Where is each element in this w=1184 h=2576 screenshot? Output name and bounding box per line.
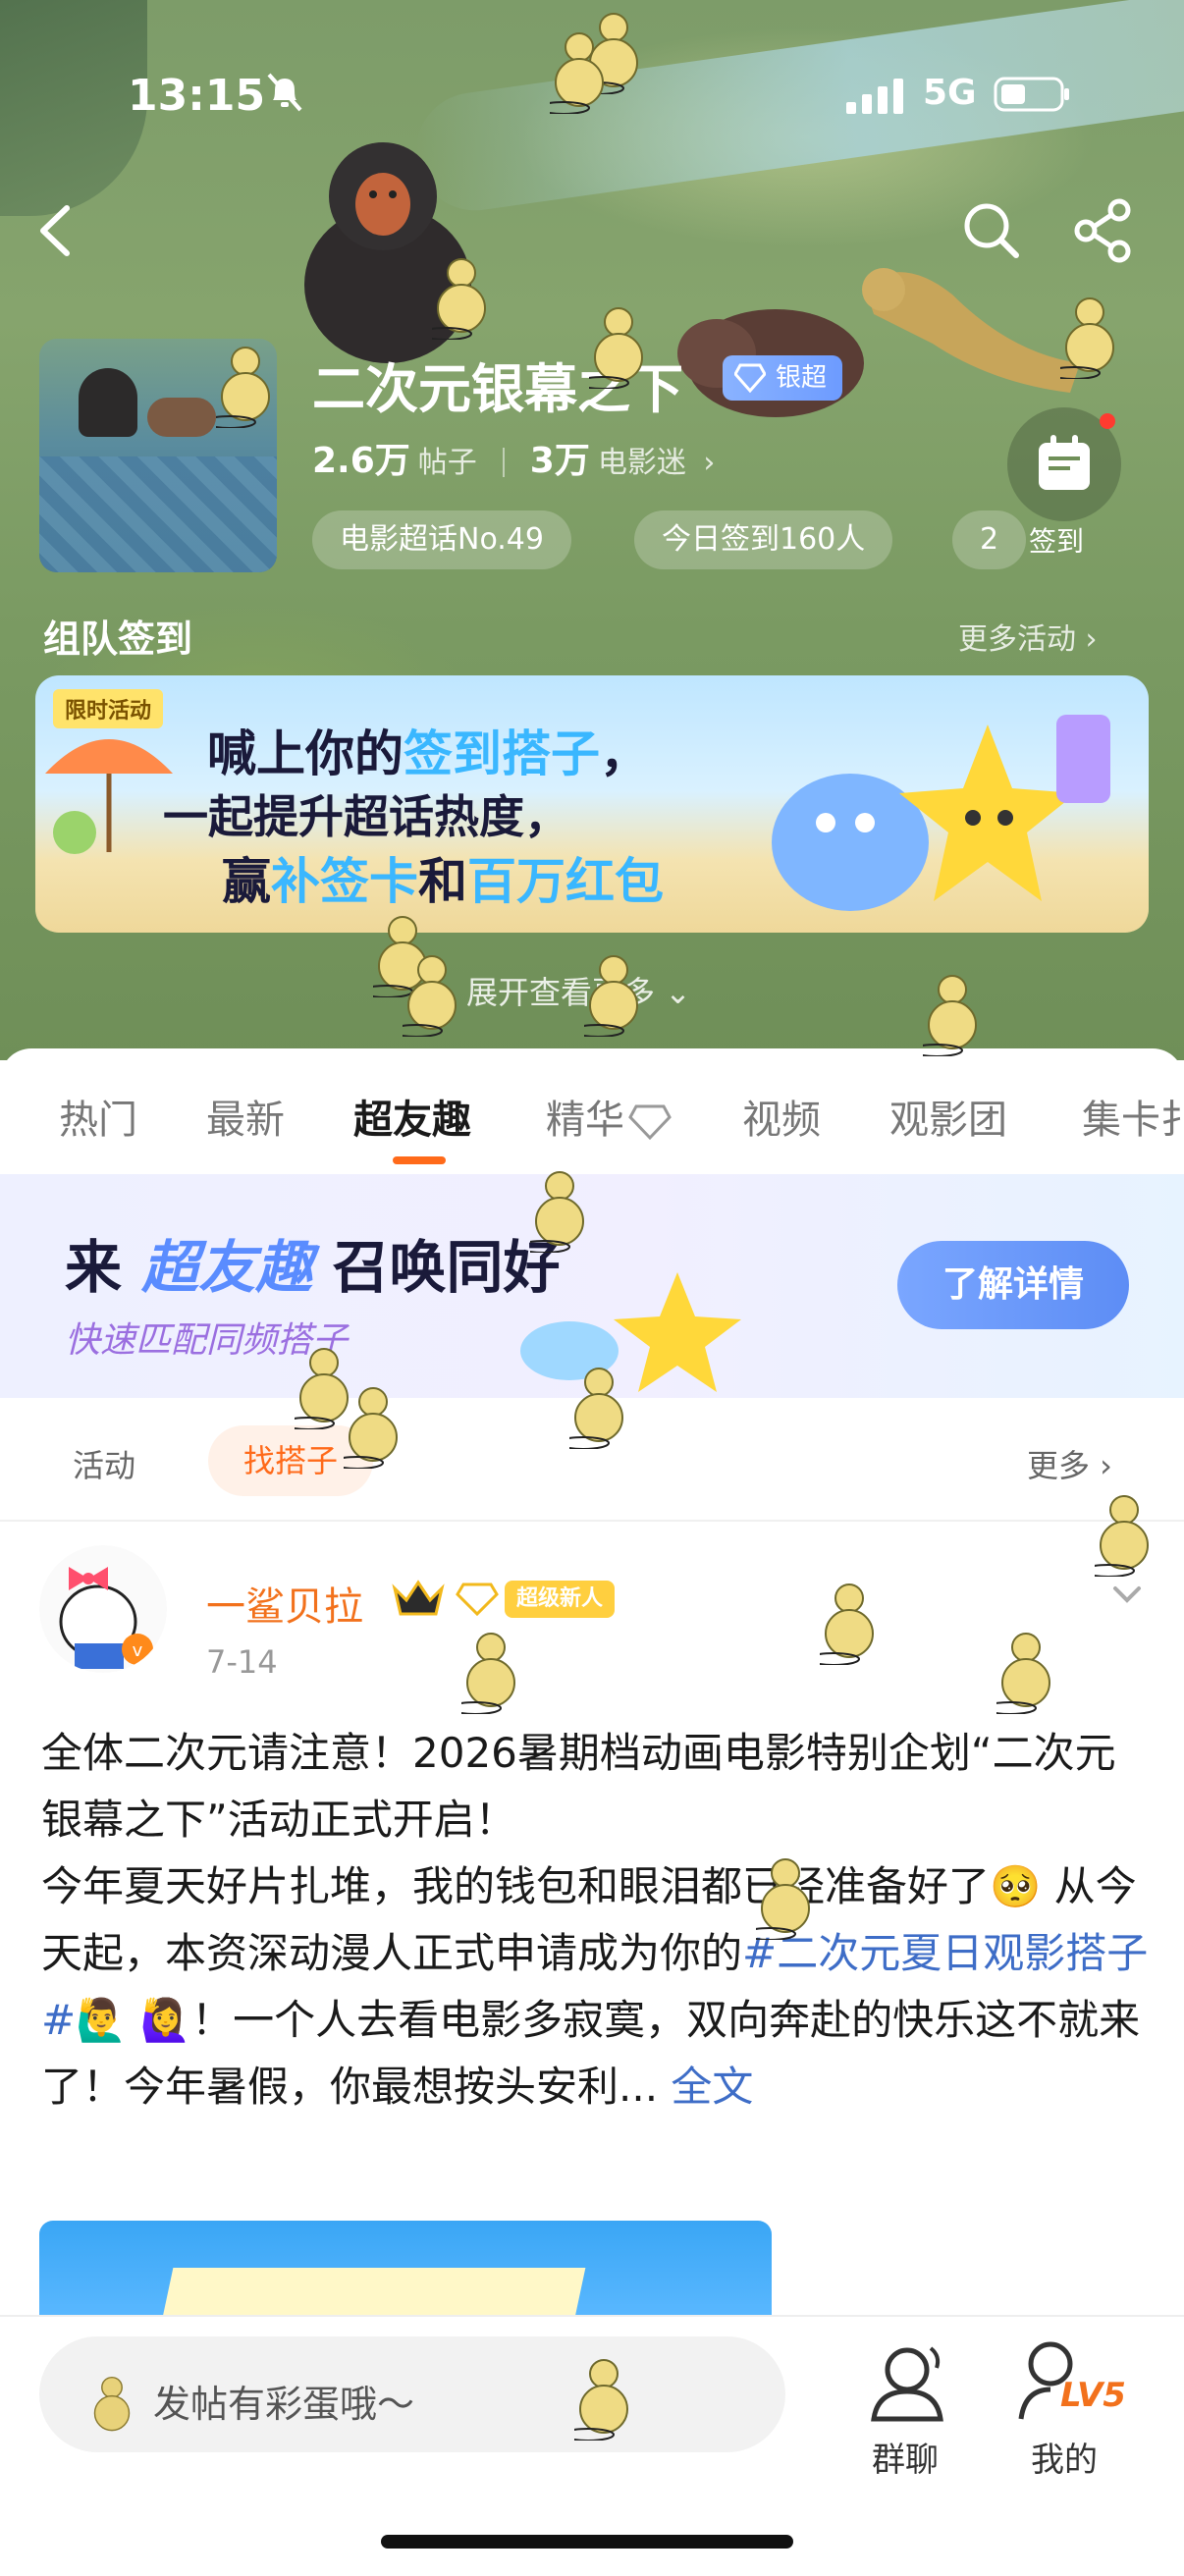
back-icon[interactable] bbox=[24, 196, 92, 265]
avatar[interactable]: v bbox=[39, 1545, 167, 1673]
gourd-sticker-icon bbox=[1060, 297, 1114, 379]
diamond-icon bbox=[628, 1104, 672, 1141]
gourd-sticker-icon bbox=[403, 955, 457, 1037]
checkin-partner-banner[interactable]: 限时活动 喊上你的签到搭子， 一起提升超话热度， 赢补签卡和百万红包 bbox=[35, 675, 1149, 933]
post-body: 全体二次元请注意！2026暑期档动画电影特别企划“二次元银幕之下”活动正式开启！… bbox=[41, 1729, 1149, 2111]
extra-pill[interactable]: 2 bbox=[952, 510, 1027, 569]
post-date: 7-14 bbox=[206, 1643, 278, 1681]
mine-label: 我的 bbox=[1031, 2441, 1098, 2480]
gourd-sticker-icon bbox=[923, 975, 977, 1056]
mascot-illustration bbox=[772, 715, 1110, 911]
filter-more-link[interactable]: 更多 › bbox=[1027, 1441, 1112, 1486]
tab-card-collection[interactable]: 集卡扌 bbox=[1082, 1088, 1184, 1145]
tab-latest[interactable]: 最新 bbox=[206, 1088, 285, 1145]
notification-dot bbox=[1100, 413, 1115, 429]
tab-featured[interactable]: 精华 bbox=[546, 1088, 672, 1145]
gourd-sticker-icon bbox=[461, 1633, 515, 1714]
banner-line-2: 一起提升超话热度， bbox=[163, 790, 569, 843]
gourd-sticker-icon bbox=[432, 258, 486, 340]
banner-line-1: 喊上你的签到搭子， bbox=[207, 725, 649, 782]
posts-count: 2.6万 bbox=[312, 441, 410, 481]
rank-pill[interactable]: 电影超话No.49 bbox=[312, 510, 571, 569]
search-icon[interactable] bbox=[957, 196, 1026, 265]
topic-hero: 13:15 5G 二次元银幕之下 银超 2.6万 帖子 3万 电影迷 › 电影超… bbox=[0, 0, 1184, 1060]
gourd-sticker-icon bbox=[344, 1387, 398, 1469]
fans-label: 电影迷 bbox=[597, 446, 686, 480]
network-type: 5G bbox=[923, 73, 977, 113]
avatar-image: v bbox=[39, 1545, 167, 1673]
team-checkin-title: 组队签到 bbox=[43, 617, 193, 661]
filter-activity[interactable]: 活动 bbox=[73, 1441, 135, 1486]
full-text-link[interactable]: 全文 bbox=[671, 2063, 753, 2111]
gourd-sticker-icon bbox=[569, 1368, 623, 1449]
posts-label: 帖子 bbox=[417, 446, 477, 480]
badge-label: 银超 bbox=[776, 363, 828, 393]
gourd-sticker-icon bbox=[1095, 1495, 1149, 1577]
group-chat-label: 群聊 bbox=[872, 2441, 939, 2480]
gourd-sticker-icon bbox=[589, 307, 643, 389]
gourd-sticker-icon bbox=[756, 1858, 810, 1940]
gourd-sticker-icon bbox=[550, 32, 604, 114]
group-chat-icon bbox=[871, 2346, 943, 2422]
gourd-icon bbox=[93, 2376, 131, 2432]
checkin-count-pill[interactable]: 今日签到160人 bbox=[634, 510, 893, 569]
level-badge: LV5 bbox=[1060, 2376, 1126, 2415]
chevron-down-icon[interactable] bbox=[1107, 1575, 1147, 1614]
crown-icon bbox=[392, 1580, 445, 1616]
silver-super-badge[interactable]: 银超 bbox=[723, 355, 843, 401]
checkin-button[interactable] bbox=[1007, 407, 1121, 521]
group-chat-button[interactable]: 群聊 bbox=[846, 2334, 964, 2482]
bell-muted-icon bbox=[267, 73, 302, 112]
super-newbie-badge: 超级新人 bbox=[505, 1581, 616, 1618]
weasel-illustration bbox=[862, 268, 1080, 393]
active-tab-indicator bbox=[393, 1156, 446, 1164]
beach-umbrella-illustration bbox=[45, 739, 173, 854]
gourd-sticker-icon bbox=[216, 347, 270, 428]
fans-count: 3万 bbox=[529, 441, 590, 481]
tab-featured-label: 精华 bbox=[546, 1098, 624, 1143]
home-indicator bbox=[381, 2535, 793, 2549]
signal-icon bbox=[846, 79, 903, 114]
tab-video[interactable]: 视频 bbox=[742, 1088, 821, 1145]
tab-bar: 热门 最新 超友趣 精华 视频 观影团 集卡扌 bbox=[0, 1048, 1184, 1166]
more-activities-link[interactable]: 更多活动 › bbox=[958, 615, 1098, 658]
gourd-sticker-icon bbox=[996, 1633, 1050, 1714]
tab-super-fun[interactable]: 超友趣 bbox=[353, 1088, 471, 1145]
tab-screening-group[interactable]: 观影团 bbox=[889, 1088, 1007, 1145]
topic-stats[interactable]: 2.6万 帖子 3万 电影迷 › bbox=[312, 432, 715, 483]
mine-button[interactable]: LV5 我的 bbox=[1005, 2334, 1126, 2482]
share-icon[interactable] bbox=[1070, 196, 1139, 265]
battery-icon bbox=[994, 77, 1069, 112]
gourd-sticker-icon bbox=[530, 1171, 584, 1253]
gourd-sticker-icon bbox=[584, 955, 638, 1037]
star-mascot-illustration bbox=[520, 1272, 741, 1392]
tab-hot[interactable]: 热门 bbox=[59, 1088, 137, 1145]
svg-text:v: v bbox=[133, 1640, 143, 1661]
status-time: 13:15 bbox=[128, 71, 266, 121]
diamond-icon bbox=[734, 363, 766, 393]
promo-headline: 来 超友趣 召唤同好 bbox=[65, 1234, 561, 1301]
calendar-icon bbox=[1039, 435, 1090, 490]
diamond-badge-icon bbox=[456, 1583, 499, 1616]
gourd-sticker-icon bbox=[574, 2359, 628, 2441]
gourd-sticker-icon bbox=[820, 1583, 874, 1665]
limited-time-tag: 限时活动 bbox=[53, 689, 164, 728]
checkin-label: 签到 bbox=[1029, 525, 1085, 558]
post-username[interactable]: 一鲨贝拉 bbox=[206, 1575, 363, 1632]
post-image[interactable] bbox=[39, 2221, 772, 2319]
compose-placeholder: 发帖有彩蛋哦～ bbox=[153, 2383, 415, 2426]
learn-more-button[interactable]: 了解详情 bbox=[897, 1241, 1129, 1329]
expand-more-button[interactable]: 展开查看更多 ⌄ bbox=[466, 968, 691, 1013]
banner-line-3: 赢补签卡和百万红包 bbox=[222, 853, 664, 910]
